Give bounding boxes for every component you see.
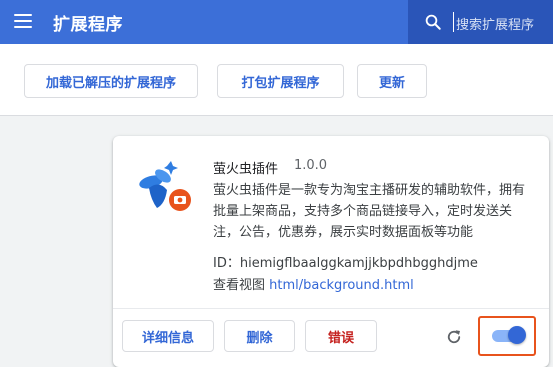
inspect-views: 查看视图 html/background.html (213, 274, 414, 293)
extension-name: 萤火虫插件 (213, 162, 279, 177)
extension-description: 萤火虫插件是一款专为淘宝主播研发的辅助软件，拥有批量上架商品，支持多个商品链接导… (213, 183, 526, 240)
remove-button[interactable]: 删除 (224, 320, 295, 352)
developer-toolbar: 加载已解压的扩展程序 打包扩展程序 更新 (0, 44, 553, 116)
highlight-box (478, 316, 536, 356)
enable-toggle-thumb[interactable] (508, 326, 526, 344)
update-button[interactable]: 更新 (357, 64, 427, 98)
card-divider (113, 308, 549, 309)
pack-extension-button[interactable]: 打包扩展程序 (217, 64, 344, 98)
errors-button[interactable]: 错误 (305, 320, 377, 352)
reload-icon[interactable] (445, 328, 463, 346)
search-caret (453, 12, 454, 32)
page-title: 扩展程序 (53, 15, 123, 35)
search-box[interactable]: 搜索扩展程序 (408, 0, 553, 44)
background-page-link[interactable]: html/background.html (269, 278, 414, 293)
inspect-views-label: 查看视图 (213, 278, 266, 293)
search-icon[interactable] (424, 13, 442, 31)
firefly-extension-icon (139, 161, 191, 211)
header-bar: 扩展程序 搜索扩展程序 (0, 0, 553, 44)
extension-id: ID：hiemigflbaalggkamjjkbpdhbgghdjme (213, 256, 478, 271)
load-unpacked-button[interactable]: 加载已解压的扩展程序 (24, 64, 198, 98)
extension-version: 1.0.0 (294, 158, 328, 173)
hamburger-menu-icon[interactable] (14, 14, 32, 30)
extension-card: 萤火虫插件 1.0.0 萤火虫插件是一款专为淘宝主播研发的辅助软件，拥有批量上架… (113, 136, 549, 367)
details-button[interactable]: 详细信息 (122, 320, 214, 352)
search-input[interactable]: 搜索扩展程序 (456, 14, 534, 33)
